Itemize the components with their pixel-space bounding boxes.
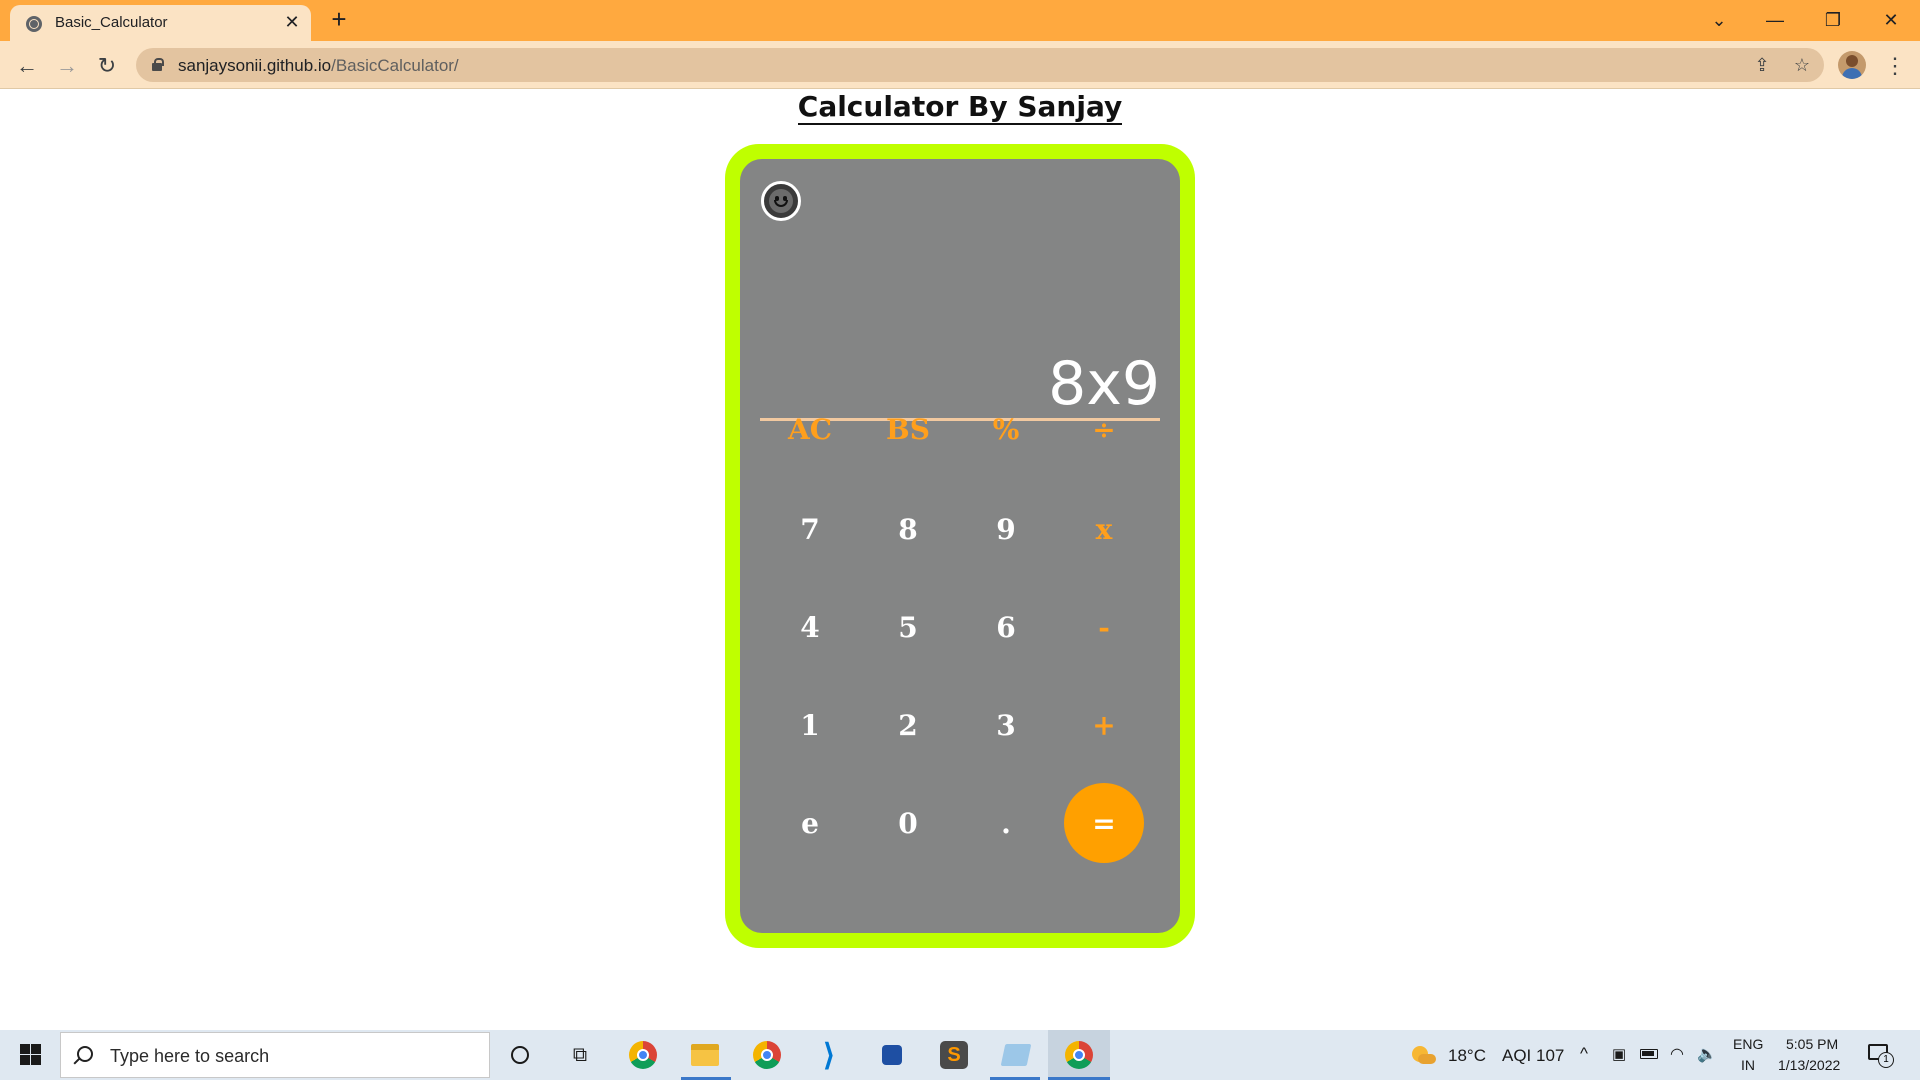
browser-toolbar: ← → ↻ sanjaysonii.github.io/BasicCalcula…: [0, 41, 1920, 89]
key-operator[interactable]: %: [966, 389, 1046, 469]
smiley-mouth: [774, 200, 788, 207]
tab-basic-calculator[interactable]: Basic_Calculator ✕: [10, 5, 311, 41]
smiley-icon[interactable]: [761, 181, 801, 221]
browser-tabbar: Basic_Calculator ✕ + ⌄ — ❐ ✕: [0, 0, 1920, 41]
meet-now-icon[interactable]: ▣: [1612, 1045, 1626, 1063]
minimize-button[interactable]: —: [1752, 0, 1798, 40]
chrome-icon[interactable]: [623, 1035, 663, 1075]
url-text[interactable]: sanjaysonii.github.io/BasicCalculator/: [178, 56, 459, 76]
key-operator[interactable]: -: [1064, 587, 1144, 667]
wifi-icon[interactable]: ◠: [1670, 1044, 1684, 1064]
chrome-logo-center: [637, 1049, 649, 1061]
smiley-face: [769, 189, 793, 213]
language-indicator-top[interactable]: ENG: [1733, 1036, 1763, 1052]
weather-temperature[interactable]: 18°C: [1448, 1046, 1486, 1066]
chrome-logo-center: [761, 1049, 773, 1061]
tab-search-chevron-icon[interactable]: ⌄: [1696, 0, 1742, 40]
address-bar[interactable]: sanjaysonii.github.io/BasicCalculator/ ⇪…: [136, 48, 1824, 82]
share-icon[interactable]: ⇪: [1750, 53, 1774, 77]
chrome-logo-center: [1073, 1049, 1085, 1061]
cortana-circle: [511, 1046, 529, 1064]
weather-aqi[interactable]: AQI 107: [1502, 1046, 1564, 1066]
restore-button[interactable]: ❐: [1810, 0, 1856, 40]
app-glyph: [882, 1045, 902, 1065]
key-equals[interactable]: =: [1064, 783, 1144, 863]
app-icon[interactable]: [872, 1035, 912, 1075]
key-digit[interactable]: e: [770, 783, 850, 863]
tray-chevron-icon[interactable]: ^: [1580, 1044, 1588, 1064]
lock-icon[interactable]: [152, 58, 164, 71]
search-placeholder: Type here to search: [110, 1046, 270, 1066]
close-tab-icon[interactable]: ✕: [281, 11, 303, 33]
reload-button[interactable]: ↻: [91, 50, 123, 82]
paint-glyph: [1000, 1044, 1032, 1066]
new-tab-button[interactable]: +: [325, 5, 353, 33]
chrome-logo: [629, 1041, 657, 1069]
key-digit[interactable]: 7: [770, 489, 850, 569]
weather-icon[interactable]: [1410, 1044, 1436, 1066]
search-icon: [77, 1046, 93, 1062]
key-operator[interactable]: x: [1064, 489, 1144, 569]
start-logo-tile: [20, 1044, 30, 1054]
clock-date[interactable]: 1/13/2022: [1778, 1057, 1840, 1073]
notification-center-icon[interactable]: 1: [1868, 1042, 1894, 1068]
key-operator[interactable]: +: [1064, 685, 1144, 765]
tab-title: Basic_Calculator: [55, 14, 168, 31]
volume-icon[interactable]: 🔈: [1697, 1044, 1717, 1064]
start-logo-tile: [31, 1044, 41, 1054]
windows-taskbar: Type here to search ⧉ ⟩ S 18°C AQI 107 ^…: [0, 1030, 1920, 1080]
clock-time[interactable]: 5:05 PM: [1786, 1036, 1838, 1052]
chrome-logo: [753, 1041, 781, 1069]
key-digit[interactable]: 0: [868, 783, 948, 863]
profile-avatar[interactable]: [1838, 51, 1866, 79]
paint-icon[interactable]: [996, 1035, 1036, 1075]
key-digit[interactable]: 5: [868, 587, 948, 667]
file-explorer-icon[interactable]: [685, 1035, 725, 1075]
key-operator[interactable]: BS: [868, 389, 948, 469]
task-view-glyph: ⧉: [572, 1043, 588, 1066]
start-logo-tile: [31, 1055, 41, 1065]
folder-glyph: [691, 1044, 719, 1066]
notification-count: 1: [1878, 1052, 1894, 1068]
key-digit[interactable]: 1: [770, 685, 850, 765]
key-operator[interactable]: ÷: [1064, 389, 1144, 469]
back-button[interactable]: ←: [11, 50, 43, 82]
windows-start-button[interactable]: [0, 1030, 60, 1080]
bookmark-star-icon[interactable]: ☆: [1790, 53, 1814, 77]
page-title-text: Calculator By Sanjay: [797, 90, 1123, 125]
chrome-logo: [1065, 1041, 1093, 1069]
calculator-frame: 8x9 AC BS% ÷ 7 8 9 x 4 5 6-1 2 3 + e 0. =: [725, 144, 1195, 948]
sublime-icon[interactable]: S: [934, 1035, 974, 1075]
url-host: sanjaysonii.github.io: [178, 56, 332, 75]
key-digit[interactable]: 3: [966, 685, 1046, 765]
key-digit[interactable]: 6: [966, 587, 1046, 667]
key-digit[interactable]: 8: [868, 489, 948, 569]
key-digit[interactable]: .: [966, 783, 1046, 863]
language-indicator-bottom[interactable]: IN: [1741, 1057, 1755, 1073]
cloud-glyph: [1418, 1054, 1436, 1064]
chrome-icon[interactable]: [747, 1035, 787, 1075]
calculator-body: 8x9 AC BS% ÷ 7 8 9 x 4 5 6-1 2 3 + e 0. =: [740, 159, 1180, 933]
forward-button[interactable]: →: [51, 50, 83, 82]
key-digit[interactable]: 2: [868, 685, 948, 765]
globe-icon: [26, 16, 42, 32]
close-window-button[interactable]: ✕: [1868, 0, 1914, 40]
start-logo-tile: [20, 1055, 30, 1065]
url-path: /BasicCalculator/: [331, 56, 459, 75]
chrome-icon[interactable]: [1059, 1035, 1099, 1075]
cortana-icon[interactable]: [500, 1035, 540, 1075]
battery-fill: [1642, 1051, 1654, 1056]
vscode-icon[interactable]: ⟩: [809, 1035, 849, 1075]
browser-menu-icon[interactable]: ⋮: [1880, 50, 1910, 82]
vscode-glyph: ⟩: [823, 1038, 835, 1072]
key-operator[interactable]: AC: [770, 389, 850, 469]
task-view-icon[interactable]: ⧉: [560, 1035, 600, 1075]
key-digit[interactable]: 4: [770, 587, 850, 667]
sublime-glyph: S: [940, 1041, 968, 1069]
key-digit[interactable]: 9: [966, 489, 1046, 569]
battery-icon[interactable]: [1640, 1049, 1658, 1059]
taskbar-search-input[interactable]: Type here to search: [60, 1032, 490, 1078]
page-title: Calculator By Sanjay: [0, 90, 1920, 125]
